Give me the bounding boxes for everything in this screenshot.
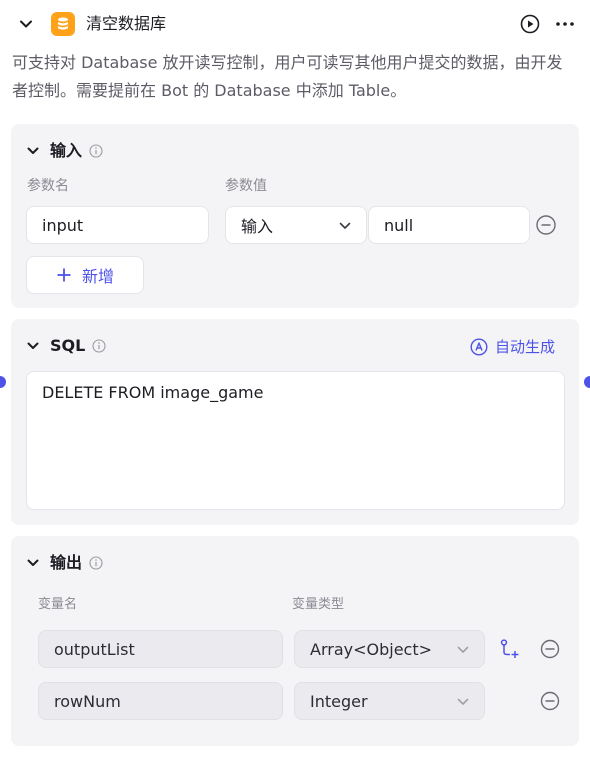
auto-generate-button[interactable]: 自动生成 <box>470 337 555 357</box>
play-circle-icon[interactable] <box>519 13 541 35</box>
node-description: 可支持对 Database 放开读写控制，用户可读写其他用户提交的数据，由开发者… <box>12 53 563 100</box>
branch-add-icon[interactable] <box>499 638 521 660</box>
plus-icon <box>57 268 71 282</box>
output-var-type-select: Integer <box>294 682 485 720</box>
add-param-button[interactable]: 新增 <box>26 256 144 294</box>
minus-circle-icon[interactable] <box>535 214 557 236</box>
chevron-down-icon <box>339 222 351 229</box>
minus-circle-icon[interactable] <box>539 638 561 660</box>
param-type-select[interactable]: 输入 <box>225 206 367 244</box>
output-var-name: rowNum <box>54 691 121 711</box>
chevron-down-icon <box>457 646 469 653</box>
input-section: 输入 参数名 参数值 input 输入 null 新增 <box>11 124 579 308</box>
output-port-handle[interactable] <box>584 376 590 388</box>
input-section-header[interactable]: 输入 <box>25 140 103 162</box>
var-name-label: 变量名 <box>38 597 78 612</box>
info-icon[interactable] <box>89 144 103 158</box>
minus-circle-icon[interactable] <box>539 690 561 712</box>
param-type-value: 输入 <box>241 217 274 236</box>
chevron-down-icon[interactable] <box>25 143 41 159</box>
chevron-down-icon[interactable] <box>25 555 41 571</box>
output-var-type-select: Array<Object> <box>294 630 485 668</box>
input-port-handle[interactable] <box>0 376 6 388</box>
output-var-name-field: outputList <box>38 630 283 668</box>
param-name-label: 参数名 <box>27 178 69 194</box>
output-section: 输出 变量名 变量类型 outputList Array<Object> row… <box>11 536 579 746</box>
database-icon <box>51 12 75 36</box>
auto-generate-label: 自动生成 <box>494 338 555 356</box>
add-param-label: 新增 <box>81 267 114 286</box>
auto-letter-a-icon <box>470 338 488 356</box>
info-icon[interactable] <box>89 556 103 570</box>
node-title: 清空数据库 <box>86 14 167 33</box>
sql-section-title: SQL <box>50 336 86 355</box>
output-var-name-field: rowNum <box>38 682 283 720</box>
node-header: 清空数据库 <box>0 0 590 48</box>
sql-section-header[interactable]: SQL <box>25 335 106 357</box>
output-var-type: Integer <box>310 691 368 711</box>
info-icon[interactable] <box>92 339 106 353</box>
param-name-input[interactable]: input <box>26 206 209 244</box>
output-var-name: outputList <box>54 639 135 659</box>
param-value-text: null <box>384 215 414 235</box>
chevron-down-icon <box>457 698 469 705</box>
chevron-down-icon[interactable] <box>17 15 35 33</box>
param-value-label: 参数值 <box>225 178 267 194</box>
var-type-label: 变量类型 <box>292 597 345 612</box>
sql-section: SQL 自动生成 DELETE FROM image_game <box>11 319 579 525</box>
sql-editor[interactable]: DELETE FROM image_game <box>26 371 565 510</box>
param-name-value: input <box>42 215 84 235</box>
sql-query-text: DELETE FROM image_game <box>42 383 264 402</box>
output-section-header[interactable]: 输出 <box>25 552 103 574</box>
input-section-title: 输入 <box>50 141 83 160</box>
param-value-input[interactable]: null <box>368 206 530 244</box>
chevron-down-icon[interactable] <box>25 338 41 354</box>
output-var-type: Array<Object> <box>310 639 433 659</box>
more-horizontal-icon[interactable] <box>554 13 576 35</box>
output-section-title: 输出 <box>50 553 83 572</box>
